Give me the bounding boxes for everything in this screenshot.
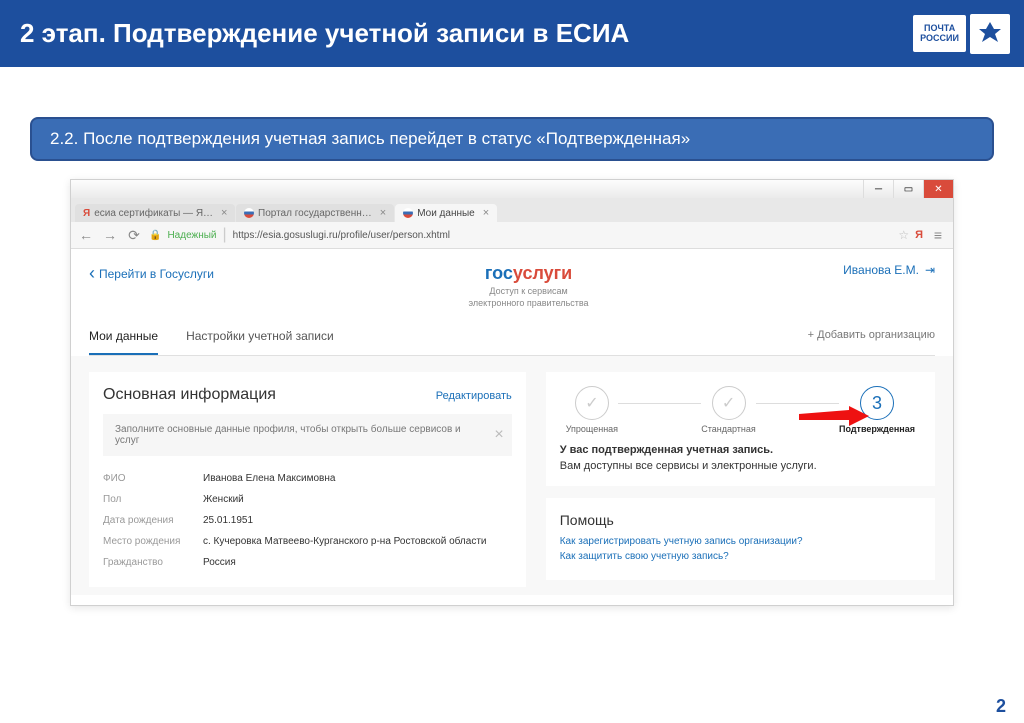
close-icon[interactable]: × xyxy=(494,426,503,444)
browser-tab-active[interactable]: Мои данные × xyxy=(395,204,497,222)
section-heading: Основная информация xyxy=(103,386,276,404)
slide-header: 2 этап. Подтверждение учетной записи в Е… xyxy=(0,0,1024,67)
flag-icon xyxy=(244,208,254,218)
back-to-gosuslugi-link[interactable]: Перейти в Госуслуги xyxy=(89,263,214,284)
lock-icon: 🔒 xyxy=(149,230,161,241)
menu-icon[interactable]: ≡ xyxy=(929,227,947,243)
pochta-logo-text: ПОЧТА РОССИИ xyxy=(913,15,966,53)
field-row: Дата рождения25.01.1951 xyxy=(103,510,512,531)
close-icon[interactable]: × xyxy=(483,207,489,219)
minimize-button[interactable]: ─ xyxy=(863,180,893,198)
bookmark-icon[interactable]: ☆ xyxy=(898,228,909,242)
browser-tab[interactable]: Портал государственн… × xyxy=(236,204,394,222)
status-text: У вас подтвержденная учетная запись. Вам… xyxy=(560,444,921,472)
browser-tab[interactable]: Я есиа сертификаты — Я… × xyxy=(75,204,235,222)
info-banner: Заполните основные данные профиля, чтобы… xyxy=(103,414,512,456)
edit-link[interactable]: Редактировать xyxy=(436,390,512,402)
close-icon[interactable]: × xyxy=(221,207,227,219)
browser-tabs: Я есиа сертификаты — Я… × Портал государ… xyxy=(71,198,953,222)
browser-window: ─ ▭ ✕ Я есиа сертификаты — Я… × Портал г… xyxy=(70,179,954,606)
address-bar: ← → ⟳ 🔒 Надежный | https://esia.gosuslug… xyxy=(71,222,953,249)
main-info-card: Основная информация Редактировать Заполн… xyxy=(89,372,526,587)
status-card: › ✓ Упрощенная ✓ Стандартная xyxy=(546,372,935,486)
slide-title: 2 этап. Подтверждение учетной записи в Е… xyxy=(20,18,629,48)
help-card: Помощь Как зарегистрировать учетную запи… xyxy=(546,498,935,580)
yandex-icon[interactable]: Я xyxy=(915,229,923,241)
step-standard: ✓ Стандартная xyxy=(701,386,756,434)
check-icon: ✓ xyxy=(712,386,746,420)
secure-label: Надежный xyxy=(167,230,216,241)
url-text[interactable]: https://esia.gosuslugi.ru/profile/user/p… xyxy=(233,230,893,241)
step-simplified: ✓ Упрощенная xyxy=(566,386,618,434)
field-row: Место рожденияс. Кучеровка Матвеево-Кург… xyxy=(103,531,512,552)
close-button[interactable]: ✕ xyxy=(923,180,953,198)
back-arrow-icon[interactable]: ← xyxy=(77,227,95,243)
check-icon: ✓ xyxy=(575,386,609,420)
help-link[interactable]: Как защитить свою учетную запись? xyxy=(560,551,921,562)
user-menu[interactable]: Иванова Е.М. ⇥ xyxy=(843,263,935,277)
logout-icon[interactable]: ⇥ xyxy=(925,263,935,277)
help-link[interactable]: Как зарегистрировать учетную запись орга… xyxy=(560,536,921,547)
field-row: ФИОИванова Елена Максимовна xyxy=(103,468,512,489)
add-organization-link[interactable]: + Добавить организацию xyxy=(808,321,935,341)
reload-icon[interactable]: ⟳ xyxy=(125,227,143,244)
page-tabs: Мои данные Настройки учетной записи + До… xyxy=(89,321,935,356)
page-content: Перейти в Госуслуги госуслуги Доступ к с… xyxy=(71,249,953,605)
gosuslugi-logo: госуслуги Доступ к сервисам электронного… xyxy=(469,263,589,309)
header-logo: ПОЧТА РОССИИ xyxy=(913,14,1010,54)
field-row: ГражданствоРоссия xyxy=(103,552,512,573)
help-heading: Помощь xyxy=(560,512,921,528)
window-controls: ─ ▭ ✕ xyxy=(71,180,953,198)
forward-arrow-icon[interactable]: → xyxy=(101,227,119,243)
tab-settings[interactable]: Настройки учетной записи xyxy=(186,321,334,355)
maximize-button[interactable]: ▭ xyxy=(893,180,923,198)
red-arrow-icon xyxy=(799,406,869,430)
page-number: 2 xyxy=(996,696,1006,717)
eagle-emblem-icon xyxy=(970,14,1010,54)
field-row: ПолЖенский xyxy=(103,489,512,510)
subtitle-box: 2.2. После подтверждения учетная запись … xyxy=(30,117,994,161)
flag-icon xyxy=(403,208,413,218)
close-icon[interactable]: × xyxy=(380,207,386,219)
tab-my-data[interactable]: Мои данные xyxy=(89,321,158,355)
